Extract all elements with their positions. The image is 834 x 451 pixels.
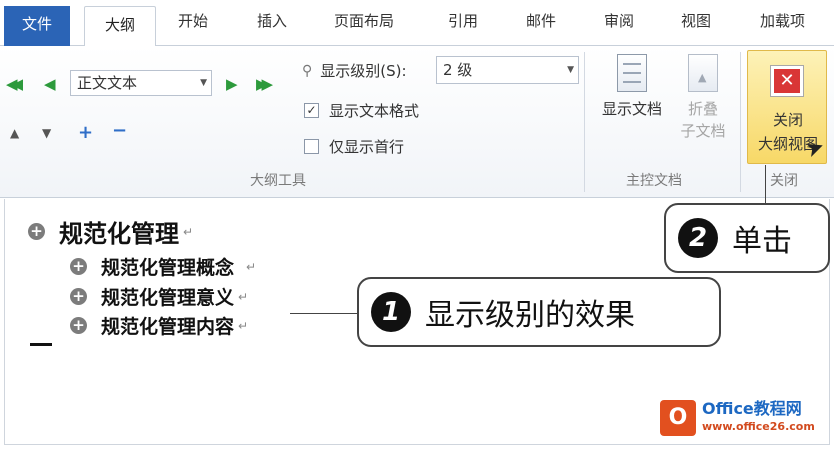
paragraph-mark-icon: ↵ — [238, 318, 249, 333]
watermark-line1: Office教程网 — [702, 399, 802, 418]
tab-outline[interactable]: 大纲 — [84, 6, 156, 47]
master-document-group-label: 主控文档 — [626, 173, 682, 189]
show-level-icon: ⚲ — [302, 62, 313, 79]
outline-heading-level1[interactable]: + 规范化管理 ↵ — [28, 214, 193, 249]
collapse-label-2: 子文档 — [680, 122, 726, 140]
collapse-label-1: 折叠 — [687, 100, 718, 118]
tab-page-layout[interactable]: 页面布局 — [334, 10, 394, 31]
show-level-row: ⚲ 显示级别(S): — [302, 60, 407, 81]
callout-text: 单击 — [732, 224, 792, 259]
callout-leader-line — [765, 165, 766, 205]
close-button-line1: 关闭 — [772, 111, 803, 129]
show-text-format-checkbox[interactable]: ✓ — [304, 103, 319, 118]
expand-bullet-icon[interactable]: + — [28, 223, 45, 240]
outline-heading-level2[interactable]: + 规范化管理意义 ↵ — [70, 283, 248, 310]
tab-home[interactable]: 开始 — [178, 10, 208, 31]
close-group-label: 关闭 — [770, 173, 798, 189]
callout-number-badge: 1 — [371, 292, 411, 332]
tab-view[interactable]: 视图 — [681, 10, 711, 31]
show-text-format-label: 显示文本格式 — [329, 102, 420, 120]
callout-text: 显示级别的效果 — [425, 298, 635, 333]
callout-click: 2 单击 — [664, 203, 830, 273]
outline-level1-text: 规范化管理 — [59, 219, 179, 248]
show-first-line-option[interactable]: 仅显示首行 — [304, 136, 404, 157]
group-divider — [584, 52, 585, 192]
outline-heading-level2[interactable]: + 规范化管理概念 ↵ — [70, 253, 256, 280]
close-x-glyph: ✕ — [779, 70, 795, 91]
expand-icon[interactable]: + — [78, 124, 93, 142]
collapse-document-icon: ▲ — [688, 54, 718, 92]
show-level-value: 2 级 — [443, 61, 473, 79]
show-level-label: 显示级别(S): — [320, 62, 407, 80]
promote-to-heading1-icon[interactable]: ◀◀ — [6, 76, 23, 92]
outline-tools-group-label: 大纲工具 — [250, 173, 306, 189]
chevron-down-icon: ▼ — [200, 78, 207, 88]
tab-file[interactable]: 文件 — [4, 6, 70, 46]
expand-bullet-icon[interactable]: + — [70, 258, 87, 275]
callout-display-level-effect: 1 显示级别的效果 — [357, 277, 721, 347]
watermark-text: Office教程网 www.office26.com — [702, 400, 815, 436]
office-logo-icon: O — [660, 400, 696, 436]
demote-to-body-icon[interactable]: ▶▶ — [256, 76, 273, 92]
outline-level2-text: 规范化管理意义 — [101, 287, 235, 309]
ribbon-tab-bar: 文件 大纲 开始 插入 页面布局 引用 邮件 审阅 视图 加载项 — [0, 0, 834, 47]
expand-bullet-icon[interactable]: + — [70, 288, 87, 305]
outline-heading-level2[interactable]: + 规范化管理内容 ↵ — [70, 312, 248, 339]
tab-insert[interactable]: 插入 — [257, 10, 287, 31]
expand-bullet-icon[interactable]: + — [70, 317, 87, 334]
promote-icon[interactable]: ◀ — [44, 76, 56, 92]
outline-level2-text: 规范化管理概念 — [101, 257, 235, 279]
callout-leader-line — [290, 313, 358, 314]
tab-addins[interactable]: 加载项 — [760, 10, 805, 31]
paragraph-mark-icon: ↵ — [246, 259, 257, 274]
collapse-icon[interactable]: − — [112, 122, 127, 140]
show-level-combo[interactable]: 2 级 ▼ — [436, 56, 579, 84]
move-up-icon[interactable]: ▲ — [10, 126, 19, 140]
document-icon — [617, 54, 647, 92]
ribbon: ◀◀ ◀ 正文文本 ▼ ▶ ▶▶ ▲ ▼ + − ⚲ 显示级别(S): 2 级 … — [0, 46, 834, 198]
demote-icon[interactable]: ▶ — [226, 76, 238, 92]
collapse-subdocuments-button[interactable]: ▲ 折叠 子文档 — [674, 54, 732, 142]
text-insertion-cursor — [30, 343, 52, 346]
tab-review[interactable]: 审阅 — [604, 10, 634, 31]
tab-mailings[interactable]: 邮件 — [526, 10, 556, 31]
show-first-line-label: 仅显示首行 — [329, 138, 405, 156]
watermark-line2: www.office26.com — [702, 420, 815, 433]
paragraph-mark-icon: ↵ — [238, 289, 249, 304]
paragraph-mark-icon: ↵ — [183, 224, 194, 239]
show-text-format-option[interactable]: ✓ 显示文本格式 — [304, 100, 419, 121]
callout-number-badge: 2 — [678, 218, 718, 258]
outline-level-combo[interactable]: 正文文本 ▼ — [70, 70, 212, 96]
office-watermark: O Office教程网 www.office26.com — [660, 400, 815, 436]
chevron-down-icon: ▼ — [567, 65, 574, 75]
outline-level-value: 正文文本 — [77, 74, 138, 92]
group-divider — [740, 52, 741, 192]
outline-level2-text: 规范化管理内容 — [101, 316, 235, 338]
show-document-label: 显示文档 — [601, 100, 662, 118]
move-down-icon[interactable]: ▼ — [42, 126, 51, 140]
show-document-button[interactable]: 显示文档 — [594, 54, 670, 120]
tab-references[interactable]: 引用 — [448, 10, 478, 31]
show-first-line-checkbox[interactable] — [304, 139, 319, 154]
